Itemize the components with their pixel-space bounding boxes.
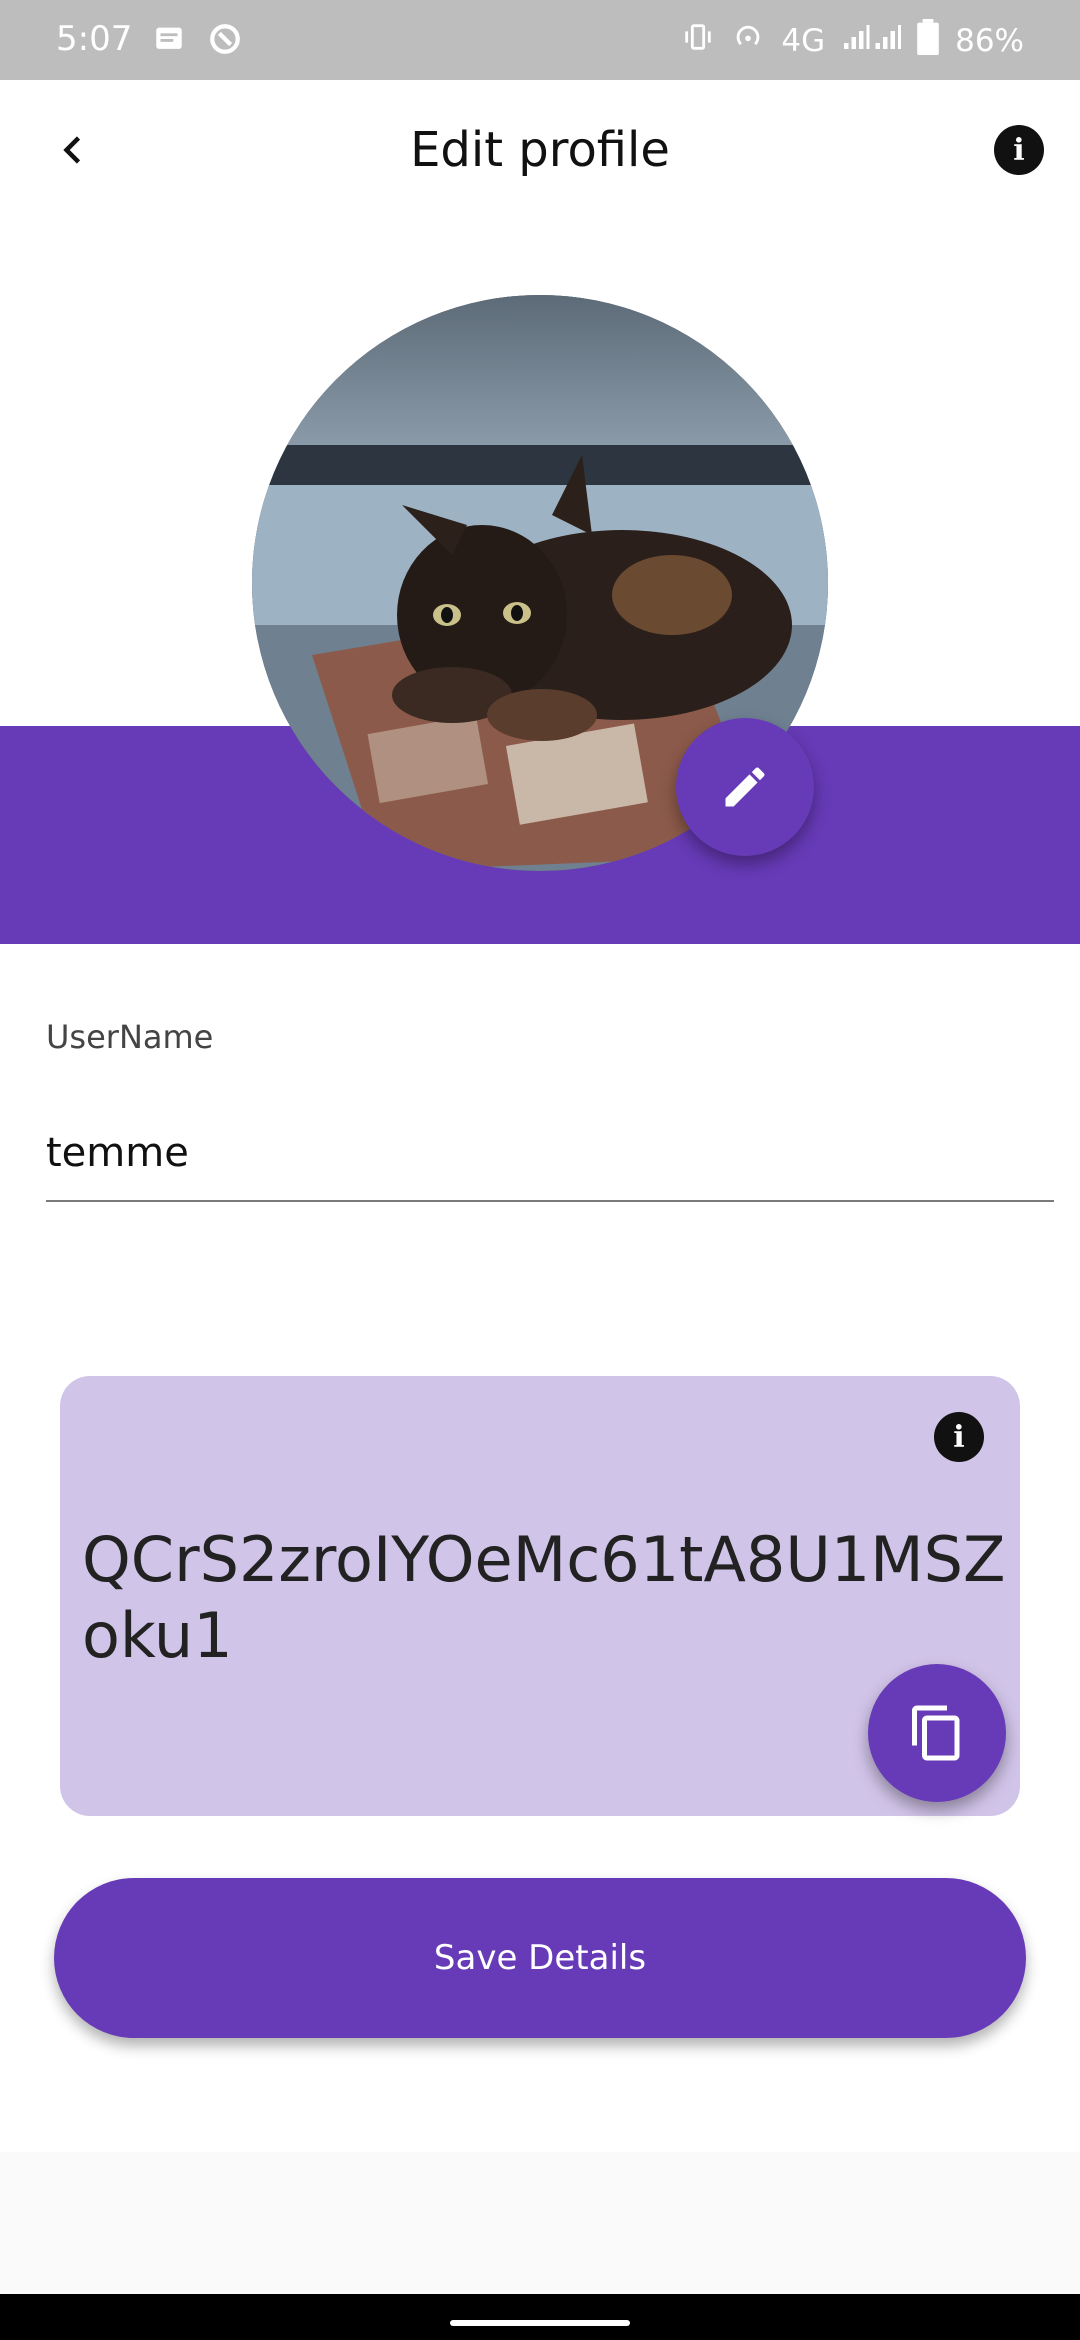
network-type: 4G xyxy=(781,23,826,59)
username-label: UserName xyxy=(46,1018,214,1056)
copy-button[interactable] xyxy=(868,1664,1006,1802)
battery-level: 86% xyxy=(955,23,1024,59)
edit-avatar-button[interactable] xyxy=(676,718,814,856)
info-icon[interactable]: i xyxy=(934,1412,984,1462)
sync-icon xyxy=(208,22,242,64)
hotspot-icon xyxy=(731,20,765,62)
app-bar: Edit profile i xyxy=(0,80,1080,220)
battery-icon xyxy=(917,19,939,63)
navigation-bar xyxy=(0,2294,1080,2340)
pencil-icon xyxy=(725,767,765,807)
signal-icon xyxy=(841,22,902,60)
home-handle[interactable] xyxy=(450,2320,630,2326)
status-time: 5:07 xyxy=(56,19,133,59)
user-id-text: QCrS2zroIYOeMc61tA8U1MSZoku1 xyxy=(82,1523,1006,1672)
vibrate-icon xyxy=(681,20,715,62)
message-icon xyxy=(152,22,186,64)
copy-icon xyxy=(912,1705,960,1761)
username-input[interactable] xyxy=(46,1106,1054,1202)
status-bar: 5:07 4G 86% xyxy=(0,0,1080,80)
bottom-area xyxy=(0,2152,1080,2294)
save-details-button[interactable]: Save Details xyxy=(54,1878,1026,2038)
page-title: Edit profile xyxy=(410,122,670,178)
info-icon[interactable]: i xyxy=(994,125,1044,175)
